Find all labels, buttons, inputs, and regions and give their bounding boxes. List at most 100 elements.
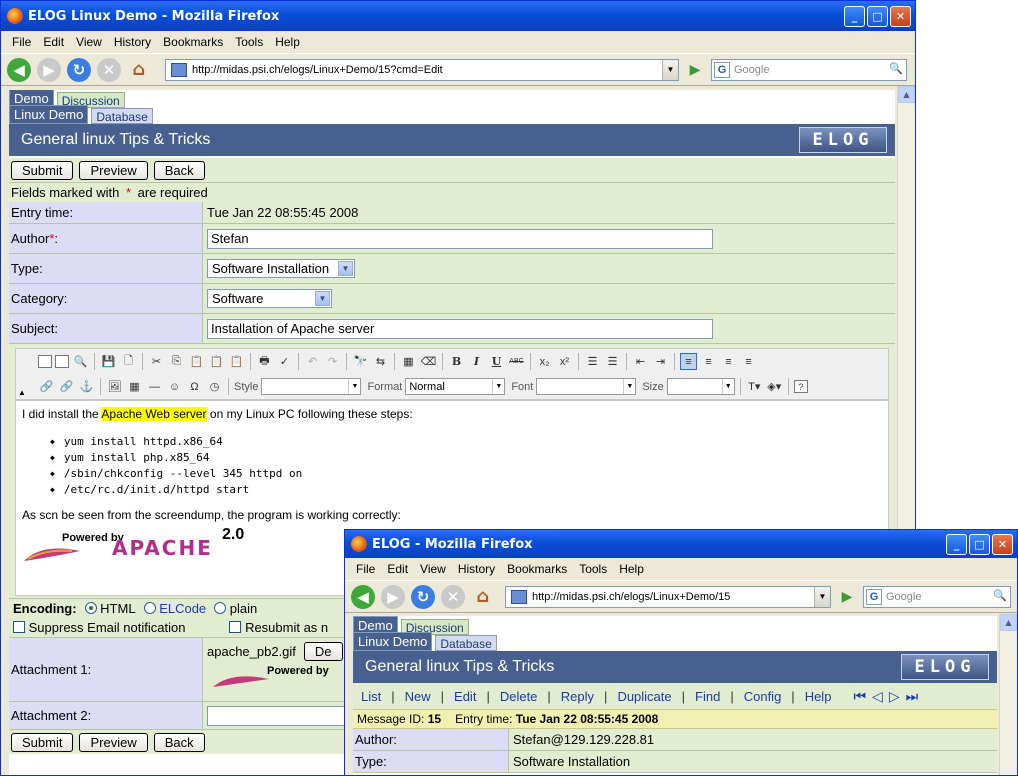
paste-word-icon[interactable]: 📋	[228, 353, 245, 370]
menu-file[interactable]: File	[351, 562, 380, 576]
tab-database[interactable]: Database	[91, 108, 153, 124]
scroll-up-icon[interactable]: ▲	[1000, 614, 1017, 631]
google-icon[interactable]: G	[714, 61, 730, 78]
back-button[interactable]: Back	[153, 732, 205, 752]
outdent-icon[interactable]: ⇤	[632, 353, 649, 370]
delete-link[interactable]: Delete	[500, 689, 538, 704]
duplicate-link[interactable]: Duplicate	[617, 689, 671, 704]
anchor-icon[interactable]: ⚓	[78, 378, 95, 395]
bold-icon[interactable]: B	[448, 353, 465, 370]
italic-icon[interactable]: I	[468, 353, 485, 370]
previous-entry-icon[interactable]: ◁	[872, 688, 883, 705]
size-select[interactable]: ▼	[666, 378, 735, 395]
special-char-icon[interactable]: Ω	[186, 378, 203, 395]
smiley-icon[interactable]: ☺	[166, 378, 183, 395]
search-icon[interactable]: 🔍	[889, 62, 903, 75]
find-icon[interactable]: 🔭	[352, 353, 369, 370]
first-entry-icon[interactable]: ⏮	[853, 688, 866, 705]
encoding-plain-option[interactable]: plain	[214, 601, 257, 616]
menu-history[interactable]: History	[109, 35, 156, 49]
menu-bookmarks[interactable]: Bookmarks	[158, 35, 228, 49]
paste-text-icon[interactable]: 📋	[208, 353, 225, 370]
link-icon[interactable]: 🔗	[38, 378, 55, 395]
menu-view[interactable]: View	[71, 35, 107, 49]
help-icon[interactable]: ?	[793, 380, 808, 393]
text-color-icon[interactable]: T▾	[746, 378, 763, 395]
last-entry-icon[interactable]: ⏭	[906, 688, 919, 705]
redo-icon[interactable]: ↷	[324, 353, 341, 370]
attachment-filename[interactable]: apache_pb2.gif	[207, 644, 296, 659]
collapse-toolbar-icon[interactable]: ▲	[18, 388, 26, 397]
back-icon[interactable]: ◀	[351, 584, 375, 609]
vertical-scrollbar[interactable]: ▲	[999, 614, 1017, 775]
tab-database[interactable]: Database	[435, 635, 497, 651]
attachment-thumbnail[interactable]: Powered by	[207, 663, 347, 693]
preview-button[interactable]: Preview	[79, 732, 148, 752]
underline-icon[interactable]: U	[488, 353, 505, 370]
menu-file[interactable]: File	[7, 35, 36, 49]
tab-linux-demo[interactable]: Linux Demo	[353, 632, 433, 651]
forward-icon[interactable]: ▶	[381, 584, 405, 609]
horizontal-rule-icon[interactable]: ―	[146, 378, 163, 395]
source-icon[interactable]	[38, 355, 52, 368]
resubmit-checkbox[interactable]: Resubmit as n	[229, 620, 328, 635]
elog-logo[interactable]: ELOG	[799, 127, 887, 153]
menu-tools[interactable]: Tools	[574, 562, 612, 576]
edit-link[interactable]: Edit	[454, 689, 476, 704]
tab-linux-demo[interactable]: Linux Demo	[9, 105, 89, 124]
next-entry-icon[interactable]: ▷	[889, 688, 900, 705]
close-button[interactable]: ✕	[992, 534, 1013, 555]
unlink-icon[interactable]: 🔗	[58, 378, 75, 395]
paste-icon[interactable]: 📋	[188, 353, 205, 370]
home-icon[interactable]: ⌂	[127, 58, 151, 82]
close-button[interactable]: ✕	[890, 6, 911, 27]
table-icon[interactable]: ▦	[126, 378, 143, 395]
reload-icon[interactable]: ↻	[411, 584, 435, 609]
reply-link[interactable]: Reply	[561, 689, 594, 704]
minimize-button[interactable]: _	[946, 534, 967, 555]
print-icon[interactable]: 🖶	[256, 353, 273, 370]
menu-history[interactable]: History	[453, 562, 500, 576]
bullet-list-icon[interactable]: ☰	[604, 353, 621, 370]
submit-button[interactable]: Submit	[11, 160, 74, 180]
suppress-email-checkbox[interactable]: Suppress Email notification	[13, 620, 185, 635]
new-page-icon[interactable]	[55, 355, 69, 368]
style-select[interactable]: ▼	[261, 378, 362, 395]
cut-icon[interactable]: ✂	[148, 353, 165, 370]
go-icon[interactable]: ▶	[837, 587, 857, 607]
menu-help[interactable]: Help	[614, 562, 649, 576]
menu-bookmarks[interactable]: Bookmarks	[502, 562, 572, 576]
list-link[interactable]: List	[361, 689, 381, 704]
subject-input[interactable]: Installation of Apache server	[207, 318, 713, 339]
stop-icon[interactable]: ✕	[441, 584, 465, 609]
font-select[interactable]: ▼	[536, 378, 637, 395]
background-color-icon[interactable]: ◈▾	[766, 378, 783, 395]
encoding-elcode-option[interactable]: ELCode	[143, 601, 206, 616]
author-input[interactable]: Stefan	[207, 228, 713, 249]
help-link[interactable]: Help	[805, 689, 832, 704]
type-select[interactable]: Software Installation ▼	[207, 259, 355, 278]
elog-logo[interactable]: ELOG	[901, 654, 989, 680]
page-break-icon[interactable]: ◷	[206, 378, 223, 395]
undo-icon[interactable]: ↶	[304, 353, 321, 370]
home-icon[interactable]: ⌂	[471, 585, 495, 609]
replace-icon[interactable]: ⇆	[372, 353, 389, 370]
maximize-button[interactable]: □	[969, 534, 990, 555]
preview-icon[interactable]: 🔍	[72, 353, 89, 370]
select-all-icon[interactable]: ▦	[400, 353, 417, 370]
preview-button[interactable]: Preview	[79, 160, 148, 180]
url-bar[interactable]: http://midas.psi.ch/elogs/Linux+Demo/15?…	[165, 58, 679, 81]
indent-icon[interactable]: ⇥	[652, 353, 669, 370]
new-link[interactable]: New	[405, 689, 431, 704]
save-icon[interactable]: 💾	[100, 353, 117, 370]
minimize-button[interactable]: _	[844, 6, 865, 27]
stop-icon[interactable]: ✕	[97, 57, 121, 82]
maximize-button[interactable]: □	[867, 6, 888, 27]
google-icon[interactable]: G	[866, 588, 882, 605]
numbered-list-icon[interactable]: ☰	[584, 353, 601, 370]
search-box[interactable]: G Google 🔍	[711, 58, 907, 81]
search-box[interactable]: G Google 🔍	[863, 585, 1011, 608]
copy-icon[interactable]: ⎘	[168, 353, 185, 370]
url-dropdown-icon[interactable]: ▼	[662, 59, 678, 80]
scroll-up-icon[interactable]: ▲	[898, 86, 915, 103]
